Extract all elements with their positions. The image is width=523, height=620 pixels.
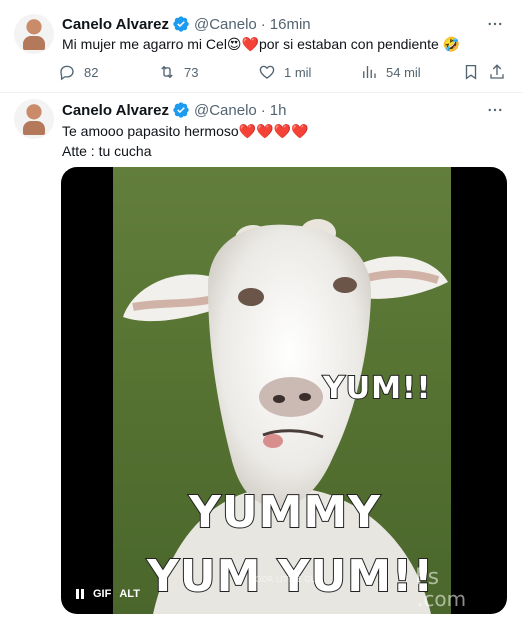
tweet-actions: 82 73 1 mil 54 mil — [58, 62, 509, 82]
retweet-count: 73 — [184, 64, 199, 80]
verified-badge-icon — [172, 101, 190, 119]
tweet-text: Mi mujer me agarro mi Cel😍❤️por si estab… — [62, 34, 503, 54]
tweet-text-line: Atte : tu cucha — [62, 143, 152, 159]
tweet-header: Canelo Alvarez @Canelo · 1h — [62, 100, 286, 120]
verified-badge-icon — [172, 15, 190, 33]
author-handle[interactable]: @Canelo — [194, 16, 257, 33]
gif-media[interactable]: YUM!! YUMMY YUM YUM!! DOOR LITTLE GLIF F… — [61, 167, 507, 614]
bookmark-icon — [465, 64, 477, 80]
timestamp[interactable]: 1h — [270, 102, 287, 119]
bookmark-button[interactable] — [462, 63, 480, 81]
heart-icon — [259, 65, 275, 79]
views-count: 54 mil — [386, 64, 421, 80]
retweet-button[interactable]: 73 — [158, 63, 198, 81]
views-chart-icon — [363, 66, 376, 78]
gif-watermark: DOOR LITTLE GLIF — [249, 575, 322, 584]
gif-controls: GIF ALT — [75, 588, 148, 600]
pause-icon[interactable] — [75, 589, 85, 599]
separator-dot: · — [260, 101, 266, 119]
gif-label: GIF — [93, 588, 112, 600]
separator-dot: · — [260, 15, 266, 33]
alt-text-button[interactable]: ALT — [119, 588, 140, 600]
share-icon — [490, 64, 504, 79]
reply-icon — [60, 65, 74, 81]
tweet-text-line: Te amooo papasito hermoso❤️❤️❤️❤️ — [62, 123, 309, 139]
author-handle[interactable]: @Canelo — [194, 102, 257, 119]
reply-button[interactable]: 82 — [58, 63, 98, 81]
avatar[interactable] — [14, 99, 54, 139]
like-count: 1 mil — [284, 64, 312, 80]
gif-caption: YUMMY — [188, 486, 382, 539]
author-name[interactable]: Canelo Alvarez — [62, 102, 169, 119]
gif-watermark: .com — [417, 587, 467, 611]
tweet-header: Canelo Alvarez @Canelo · 16min — [62, 14, 311, 34]
more-options-icon[interactable] — [485, 14, 505, 34]
tweet-text-line: Mi mujer me agarro mi Cel😍❤️por si estab… — [62, 36, 461, 52]
avatar[interactable] — [14, 14, 54, 54]
tweet-text: Te amooo papasito hermoso❤️❤️❤️❤️ Atte :… — [62, 121, 503, 161]
gif-caption: YUM!! — [322, 370, 432, 407]
more-options-icon[interactable] — [485, 100, 505, 120]
tweet[interactable]: Canelo Alvarez @Canelo · 16min Mi mujer … — [0, 0, 523, 93]
author-name[interactable]: Canelo Alvarez — [62, 16, 169, 33]
views-button[interactable]: 54 mil — [360, 63, 421, 81]
timestamp[interactable]: 16min — [270, 16, 311, 33]
retweet-icon — [161, 65, 173, 79]
like-button[interactable]: 1 mil — [258, 63, 311, 81]
reply-count: 82 — [84, 64, 99, 80]
share-button[interactable] — [488, 63, 506, 81]
